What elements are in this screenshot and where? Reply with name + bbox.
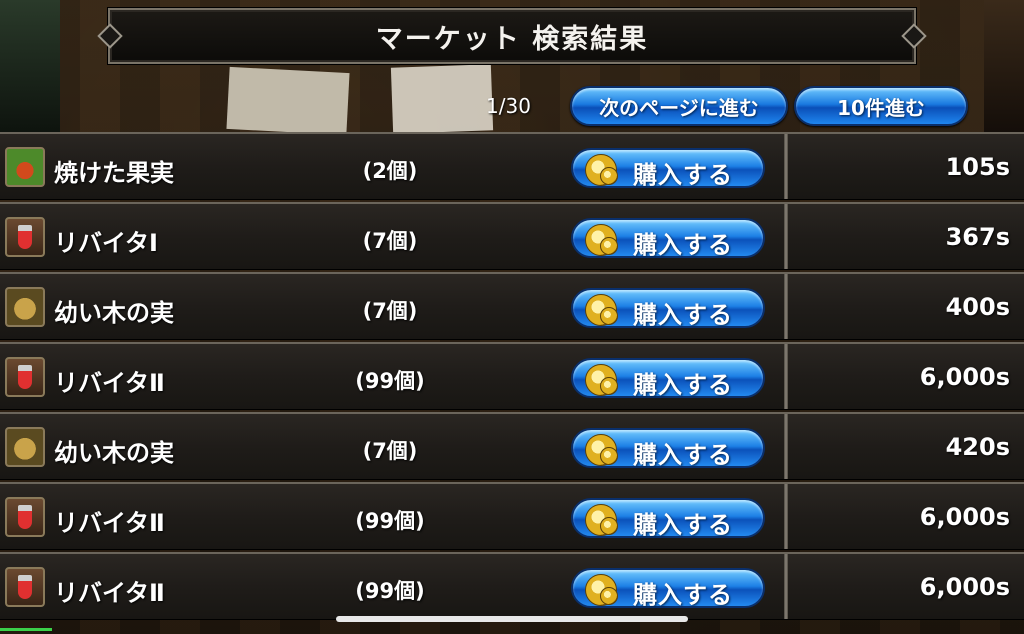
item-name: リバイタⅡ (54, 579, 165, 607)
column-divider (784, 204, 788, 269)
potion-icon (5, 497, 45, 537)
list-item: リバイタⅡ (99個) 購入する 6,000s (0, 552, 1024, 620)
buy-button[interactable]: 購入する (571, 498, 765, 539)
status-line (0, 628, 52, 631)
item-quantity: (7個) (362, 299, 418, 323)
list-item: リバイタⅡ (99個) 購入する 6,000s (0, 342, 1024, 410)
next-page-button[interactable]: 次のページに進む (570, 86, 788, 126)
coin-icon (585, 504, 618, 536)
list-item: 幼い木の実 (7個) 購入する 420s (0, 412, 1024, 480)
buy-button[interactable]: 購入する (571, 148, 765, 189)
item-price: 6,000s (919, 573, 1010, 601)
column-divider (784, 274, 788, 339)
background-paper (226, 66, 350, 136)
item-name: 幼い木の実 (54, 299, 174, 327)
buy-label: 購入する (633, 441, 733, 469)
item-price: 105s (945, 153, 1010, 181)
nut-icon (5, 287, 45, 327)
column-divider (784, 554, 788, 619)
list-item: 焼けた果実 (2個) 購入する 105s (0, 132, 1024, 200)
item-price: 6,000s (919, 363, 1010, 391)
coin-icon (585, 154, 618, 186)
roasted-fruit-icon (5, 147, 45, 187)
item-name: 焼けた果実 (54, 159, 174, 187)
buy-button[interactable]: 購入する (571, 428, 765, 469)
column-divider (784, 484, 788, 549)
buy-label: 購入する (633, 371, 733, 399)
coin-icon (585, 224, 618, 256)
coin-icon (585, 434, 618, 466)
buy-button[interactable]: 購入する (571, 288, 765, 329)
skip-ten-button[interactable]: 10件進む (794, 86, 968, 126)
item-quantity: (99個) (355, 369, 425, 393)
buy-label: 購入する (633, 301, 733, 329)
item-name: リバイタⅡ (54, 369, 165, 397)
column-divider (784, 134, 788, 199)
title-bar: マーケット 検索結果 (108, 8, 916, 64)
page-title: マーケット 検索結果 (375, 23, 649, 55)
market-results-list: 焼けた果実 (2個) 購入する 105s リバイタⅠ (7個) 購入する 367… (0, 132, 1024, 626)
coin-icon (585, 574, 618, 606)
potion-icon (5, 217, 45, 257)
item-quantity: (99個) (355, 509, 425, 533)
coin-icon (585, 364, 618, 396)
buy-label: 購入する (633, 581, 733, 609)
item-quantity: (99個) (355, 579, 425, 603)
list-item: 幼い木の実 (7個) 購入する 400s (0, 272, 1024, 340)
item-price: 367s (945, 223, 1010, 251)
item-quantity: (7個) (362, 439, 418, 463)
item-price: 420s (945, 433, 1010, 461)
background-paper (390, 64, 494, 134)
column-divider (784, 344, 788, 409)
item-name: リバイタⅠ (54, 229, 158, 257)
item-name: リバイタⅡ (54, 509, 165, 537)
column-divider (784, 414, 788, 479)
left-ornament (0, 0, 60, 140)
buy-label: 購入する (633, 511, 733, 539)
nut-icon (5, 427, 45, 467)
buy-button[interactable]: 購入する (571, 218, 765, 259)
buy-button[interactable]: 購入する (571, 568, 765, 609)
item-quantity: (7個) (362, 229, 418, 253)
item-price: 6,000s (919, 503, 1010, 531)
buy-button[interactable]: 購入する (571, 358, 765, 399)
list-item: リバイタⅡ (99個) 購入する 6,000s (0, 482, 1024, 550)
coin-icon (585, 294, 618, 326)
potion-icon (5, 357, 45, 397)
right-ornament (984, 0, 1024, 140)
item-price: 400s (945, 293, 1010, 321)
list-item: リバイタⅠ (7個) 購入する 367s (0, 202, 1024, 270)
buy-label: 購入する (633, 231, 733, 259)
potion-icon (5, 567, 45, 607)
home-indicator[interactable] (336, 616, 688, 622)
page-indicator: 1/30 (486, 94, 531, 118)
item-quantity: (2個) (362, 159, 418, 183)
buy-label: 購入する (633, 161, 733, 189)
item-name: 幼い木の実 (54, 439, 174, 467)
